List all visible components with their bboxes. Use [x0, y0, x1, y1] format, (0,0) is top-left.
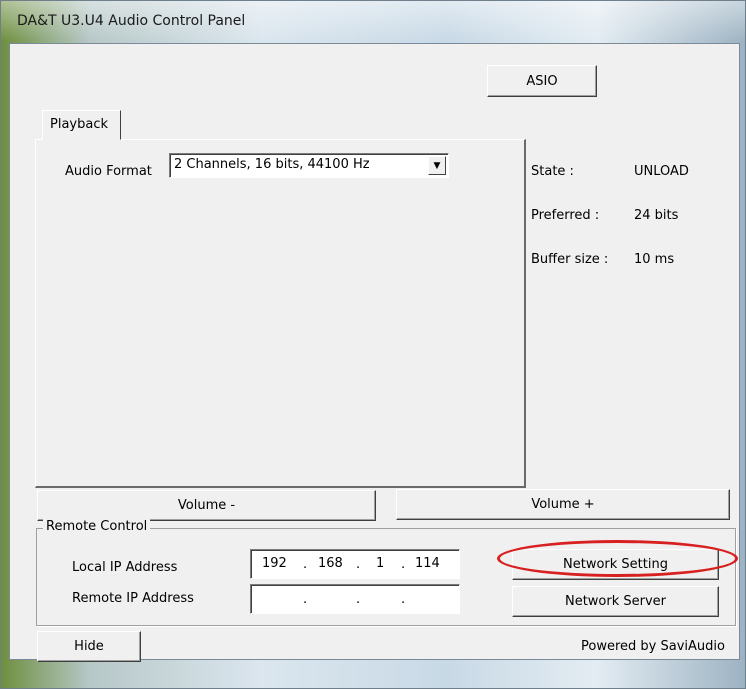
asio-button[interactable]: ASIO	[487, 65, 597, 97]
ip-dot: .	[303, 557, 308, 572]
ip-dot: .	[356, 592, 361, 607]
buffer-size-label: Buffer size :	[531, 252, 609, 267]
remote-ip-field[interactable]: . . .	[250, 584, 460, 614]
audio-format-value: 2 Channels, 16 bits, 44100 Hz	[174, 157, 370, 172]
local-ip-octet-2: 168	[318, 556, 343, 571]
powered-by-text: Powered by SaviAudio	[581, 639, 725, 654]
local-ip-field[interactable]: 192 . 168 . 1 . 114	[250, 549, 460, 579]
ip-dot: .	[401, 592, 406, 607]
state-value: UNLOAD	[634, 164, 689, 179]
chevron-down-icon[interactable]: ▼	[428, 156, 446, 175]
network-server-button[interactable]: Network Server	[512, 586, 719, 617]
local-ip-octet-1: 192	[262, 556, 287, 571]
state-label: State :	[531, 164, 574, 179]
volume-down-button[interactable]: Volume -	[37, 490, 376, 521]
remote-control-group-label: Remote Control	[43, 519, 151, 534]
ip-dot: .	[356, 557, 361, 572]
preferred-value: 24 bits	[634, 208, 679, 223]
buffer-size-value: 10 ms	[634, 252, 675, 267]
audio-format-label: Audio Format	[65, 164, 152, 179]
audio-format-select[interactable]: 2 Channels, 16 bits, 44100 Hz ▼	[169, 153, 449, 178]
playback-panel	[35, 139, 526, 488]
dialog-client-area: ASIO Playback Audio Format 2 Channels, 1…	[9, 43, 740, 662]
ip-dot: .	[401, 557, 406, 572]
local-ip-octet-3: 1	[376, 556, 385, 571]
volume-up-button[interactable]: Volume +	[396, 489, 730, 520]
hide-button[interactable]: Hide	[37, 631, 141, 662]
ip-dot: .	[303, 592, 308, 607]
local-ip-label: Local IP Address	[72, 560, 178, 575]
network-setting-button[interactable]: Network Setting	[512, 549, 719, 580]
local-ip-octet-4: 114	[415, 556, 440, 571]
tab-playback[interactable]: Playback	[42, 110, 121, 140]
preferred-label: Preferred :	[531, 208, 600, 223]
window-title: DA&T U3.U4 Audio Control Panel	[17, 13, 246, 29]
remote-ip-label: Remote IP Address	[72, 591, 194, 606]
